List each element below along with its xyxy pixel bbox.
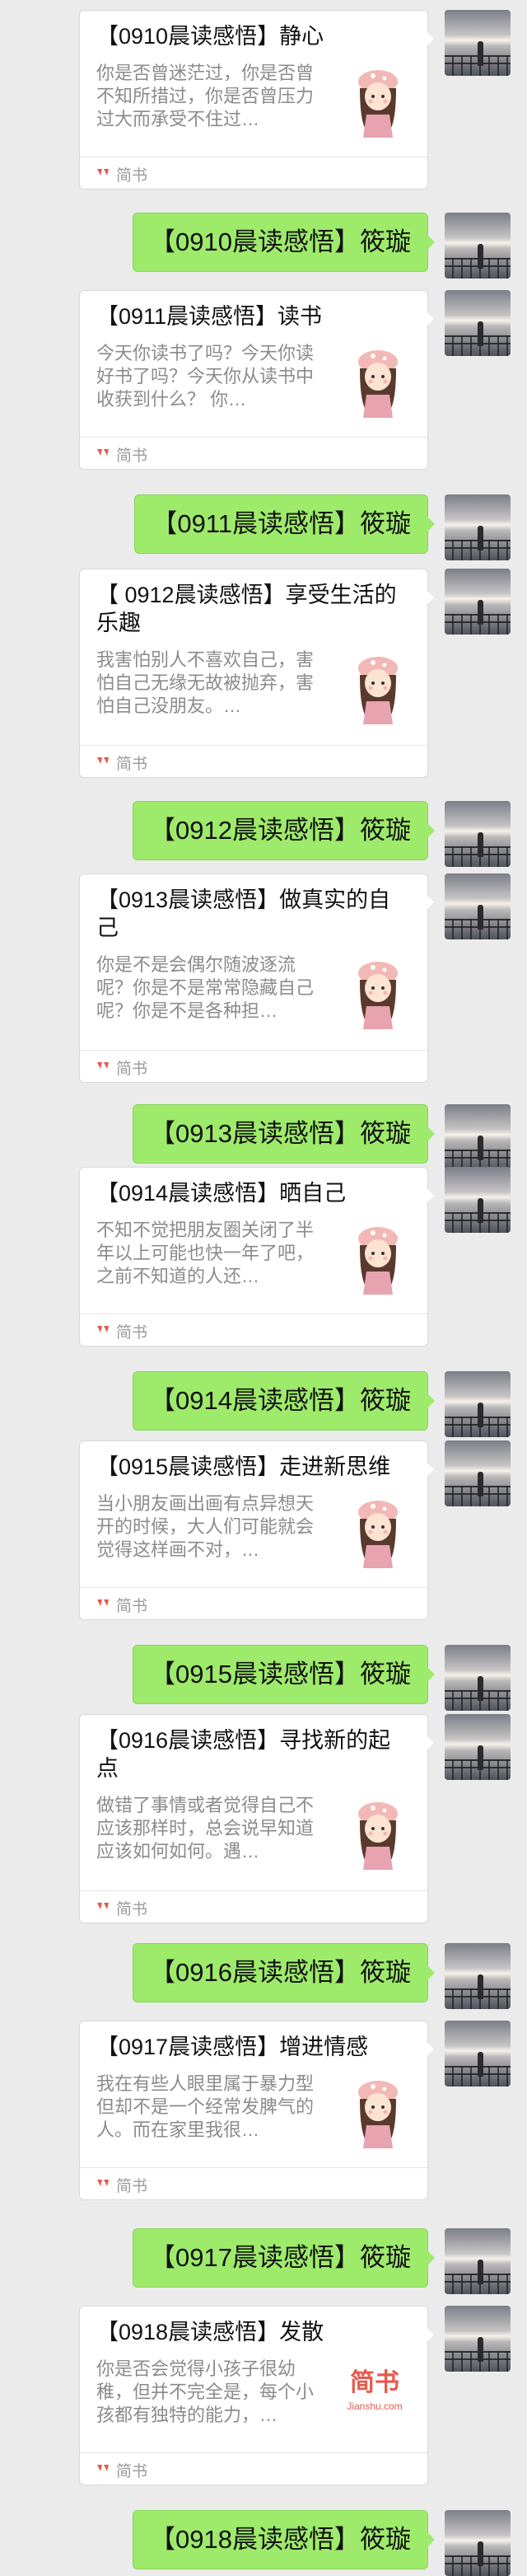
- girl-illustration-icon: [348, 1494, 408, 1573]
- card-source: 简书: [80, 1890, 427, 1923]
- article-card[interactable]: 【0911晨读感悟】读书 今天你读书了吗？今天你读好书了吗？今天你从读书中收获到…: [79, 290, 434, 470]
- article-card[interactable]: 【0913晨读感悟】做真实的自己 你是不是会偶尔随波逐流呢？你是不是常常隐藏自己…: [79, 873, 434, 1083]
- jianshu-small-icon: [97, 1326, 109, 1332]
- card-description: 你是不是会偶尔随波逐流呢？你是不是常常隐藏自己呢？你是不是各种担…: [96, 954, 315, 1021]
- logo-subtext: Jianshu.com: [347, 2400, 403, 2412]
- card-title: 【0910晨读感悟】静心: [96, 24, 324, 49]
- message-bubble[interactable]: 【0912晨读感悟】筱璇: [133, 801, 435, 860]
- girl-illustration-icon: [348, 955, 408, 1034]
- girl-illustration-icon: [348, 2074, 408, 2153]
- jianshu-small-icon: [97, 2180, 109, 2186]
- avatar[interactable]: [445, 801, 511, 867]
- card-title: 【0914晨读感悟】晒自己: [96, 1181, 347, 1206]
- avatar[interactable]: [445, 1714, 511, 1780]
- card-source: 简书: [80, 437, 427, 469]
- card-source: 简书: [80, 157, 427, 189]
- message-bubble[interactable]: 【0914晨读感悟】筱璇: [133, 1371, 435, 1431]
- source-label: 简书: [116, 1598, 148, 1615]
- source-label: 简书: [116, 1324, 148, 1342]
- card-source: 简书: [80, 1587, 427, 1619]
- jianshu-small-icon: [97, 449, 109, 456]
- girl-illustration-icon: [348, 63, 408, 143]
- girl-illustration-icon: [348, 650, 408, 729]
- article-card[interactable]: 【 0912晨读感悟】享受生活的乐趣 我害怕别人不喜欢自己，害怕自己无缘无故被抛…: [79, 569, 434, 778]
- card-description: 今天你读书了吗？今天你读好书了吗？今天你从读书中收获到什么？ 你…: [96, 343, 315, 410]
- avatar[interactable]: [445, 873, 511, 939]
- message-bubble[interactable]: 【0915晨读感悟】筱璇: [133, 1645, 435, 1704]
- logo-text: 简书: [350, 2369, 399, 2396]
- article-card[interactable]: 【0910晨读感悟】静心 你是否曾迷茫过，你是否曾不知所措过，你是否曾压力过大而…: [79, 10, 434, 190]
- card-title: 【0918晨读感悟】发散: [96, 2320, 324, 2344]
- avatar[interactable]: [445, 1943, 511, 2009]
- source-label: 简书: [116, 1901, 148, 1918]
- article-card[interactable]: 【0918晨读感悟】发散 你是否会觉得小孩子很幼稚，但并不完全是，每个小孩都有独…: [79, 2306, 434, 2485]
- source-label: 简书: [116, 2178, 148, 2195]
- card-source: 简书: [80, 2167, 427, 2199]
- card-title: 【0916晨读感悟】寻找新的起点: [96, 1728, 391, 1781]
- girl-illustration-icon: [348, 1220, 408, 1300]
- avatar[interactable]: [445, 1645, 511, 1711]
- message-bubble[interactable]: 【0916晨读感悟】筱璇: [133, 1943, 435, 2002]
- avatar[interactable]: [445, 2228, 511, 2294]
- jianshu-small-icon: [97, 1062, 109, 1069]
- girl-illustration-icon: [348, 1796, 408, 1875]
- card-description: 当小朋友画出画有点异想天开的时候，大人们可能就会觉得这样画不对，…: [96, 1493, 315, 1560]
- girl-illustration-icon: [348, 344, 408, 423]
- jianshu-small-icon: [97, 757, 109, 764]
- message-bubble[interactable]: 【0917晨读感悟】筱璇: [133, 2228, 435, 2288]
- card-title: 【0913晨读感悟】做真实的自己: [96, 888, 391, 940]
- card-source: 简书: [80, 2452, 427, 2485]
- card-description: 做错了事情或者觉得自己不应该那样时，总会说早知道应该如何如何。遇…: [96, 1795, 315, 1862]
- jianshu-small-icon: [97, 169, 109, 176]
- avatar[interactable]: [445, 1371, 511, 1437]
- source-label: 简书: [116, 756, 148, 773]
- article-card[interactable]: 【0917晨读感悟】增进情感 我在有些人眼里属于暴力型但却不是一个经常发脾气的人…: [79, 2021, 434, 2200]
- avatar[interactable]: [445, 2021, 511, 2087]
- avatar[interactable]: [445, 1104, 511, 1170]
- jianshu-small-icon: [97, 1599, 109, 1606]
- article-card[interactable]: 【0914晨读感悟】晒自己 不知不觉把朋友圈关闭了半年以上可能也快一年了吧，之前…: [79, 1167, 434, 1347]
- card-source: 简书: [80, 1314, 427, 1346]
- avatar[interactable]: [445, 290, 511, 356]
- avatar[interactable]: [445, 213, 511, 279]
- avatar[interactable]: [445, 10, 511, 76]
- article-card[interactable]: 【0915晨读感悟】走进新思维 当小朋友画出画有点异想天开的时候，大人们可能就会…: [79, 1440, 434, 1620]
- message-bubble[interactable]: 【0911晨读感悟】筱璇: [134, 494, 435, 554]
- message-bubble[interactable]: 【0918晨读感悟】筱璇: [133, 2510, 435, 2569]
- source-label: 简书: [116, 2463, 148, 2480]
- card-source: 简书: [80, 745, 427, 777]
- card-title: 【0917晨读感悟】增进情感: [96, 2035, 369, 2059]
- avatar[interactable]: [445, 569, 511, 635]
- source-label: 简书: [116, 167, 148, 185]
- card-title: 【 0912晨读感悟】享受生活的乐趣: [96, 583, 397, 635]
- card-description: 我害怕别人不喜欢自己，害怕自己无缘无故被抛弃，害怕自己没朋友。…: [96, 649, 315, 716]
- source-label: 简书: [116, 447, 148, 465]
- avatar[interactable]: [445, 1167, 511, 1233]
- card-description: 你是否会觉得小孩子很幼稚，但并不完全是，每个小孩都有独特的能力，…: [96, 2358, 315, 2425]
- jianshu-small-icon: [97, 2465, 109, 2471]
- avatar[interactable]: [445, 2510, 511, 2576]
- card-title: 【0915晨读感悟】走进新思维: [96, 1454, 391, 1479]
- message-bubble[interactable]: 【0913晨读感悟】筱璇: [133, 1104, 435, 1164]
- card-description: 我在有些人眼里属于暴力型但却不是一个经常发脾气的人。而在家里我很…: [96, 2073, 315, 2140]
- avatar[interactable]: [445, 1440, 511, 1506]
- jianshu-logo-icon: 简书 Jianshu.com: [342, 2366, 408, 2432]
- avatar[interactable]: [445, 2306, 511, 2372]
- avatar[interactable]: [445, 494, 511, 560]
- card-description: 你是否曾迷茫过，你是否曾不知所措过，你是否曾压力过大而承受不住过…: [96, 63, 315, 129]
- card-title: 【0911晨读感悟】读书: [96, 304, 323, 329]
- source-label: 简书: [116, 1061, 148, 1078]
- jianshu-small-icon: [97, 1903, 109, 1909]
- article-card[interactable]: 【0916晨读感悟】寻找新的起点 做错了事情或者觉得自己不应该那样时，总会说早知…: [79, 1714, 434, 1923]
- card-description: 不知不觉把朋友圈关闭了半年以上可能也快一年了吧，之前不知道的人还…: [96, 1220, 315, 1286]
- card-source: 简书: [80, 1050, 427, 1082]
- message-bubble[interactable]: 【0910晨读感悟】筱璇: [133, 213, 435, 272]
